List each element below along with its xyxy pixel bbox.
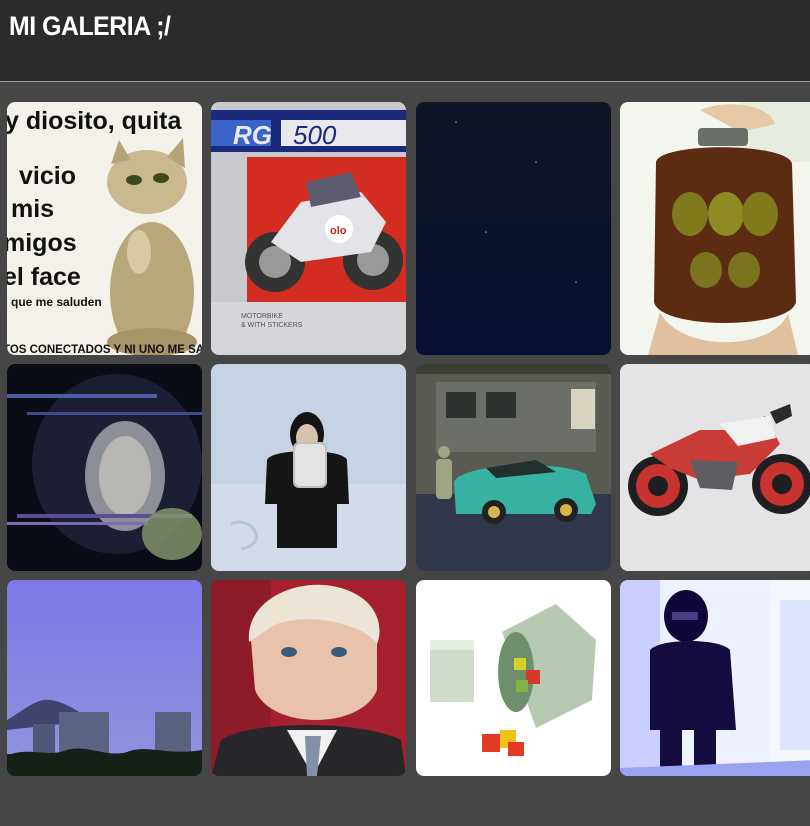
gallery-grid: y diosito, quita vicio mis migos el face… (7, 102, 810, 782)
gallery-image-older-man[interactable] (211, 580, 406, 776)
pixel-can-image (416, 580, 611, 776)
gallery-image-meme-cat[interactable]: y diosito, quita vicio mis migos el face… (7, 102, 202, 355)
gallery-image-green-jar[interactable] (620, 102, 810, 355)
blue-hallway-image (620, 580, 810, 776)
purple-skyline-image (7, 580, 202, 776)
meme-caption-1: y diosito, quita (7, 107, 182, 135)
meme-caption-5: el face (7, 263, 81, 291)
gallery-image-night-sky[interactable] (416, 102, 611, 355)
teal-car-image (416, 364, 611, 571)
moto-box-image: RG 500 olo MOTORBIKE & WITH STICKERS (211, 102, 406, 355)
page-title: MI GALERIA ;/ (9, 11, 171, 41)
box-logo-text: olo (330, 225, 347, 237)
glitch-face-image (7, 364, 202, 571)
page-header: MI GALERIA ;/ (0, 0, 810, 82)
meme-caption-6: s que me saluden (7, 295, 102, 309)
box-fine-print-1: MOTORBIKE (241, 313, 283, 320)
meme-caption-4: migos (7, 229, 77, 257)
gallery-image-red-motorcycle[interactable] (620, 364, 810, 571)
box-brand-text: RG (233, 120, 272, 150)
box-fine-print-2: & WITH STICKERS (241, 322, 303, 329)
box-model-text: 500 (293, 120, 337, 150)
gallery-image-blue-hallway[interactable] (620, 580, 810, 776)
meme-caption-3: mis (11, 195, 54, 223)
gallery-image-moto-box[interactable]: RG 500 olo MOTORBIKE & WITH STICKERS (211, 102, 406, 355)
older-man-image (211, 580, 406, 776)
gallery-image-snow-sign[interactable] (211, 364, 406, 571)
meme-caption-7: TOS CONECTADOS Y NI UNO ME SAL (7, 344, 202, 355)
gallery-image-glitch-face[interactable] (7, 364, 202, 571)
meme-caption-2: vicio (19, 162, 76, 190)
green-jar-image (620, 102, 810, 355)
gallery-image-pixel-can[interactable] (416, 580, 611, 776)
red-motorcycle-image (620, 364, 810, 571)
gallery-image-purple-skyline[interactable] (7, 580, 202, 776)
night-sky-image (416, 102, 611, 355)
snow-sign-image (211, 364, 406, 571)
meme-cat-image: y diosito, quita vicio mis migos el face… (7, 102, 202, 355)
gallery-image-teal-car[interactable] (416, 364, 611, 571)
